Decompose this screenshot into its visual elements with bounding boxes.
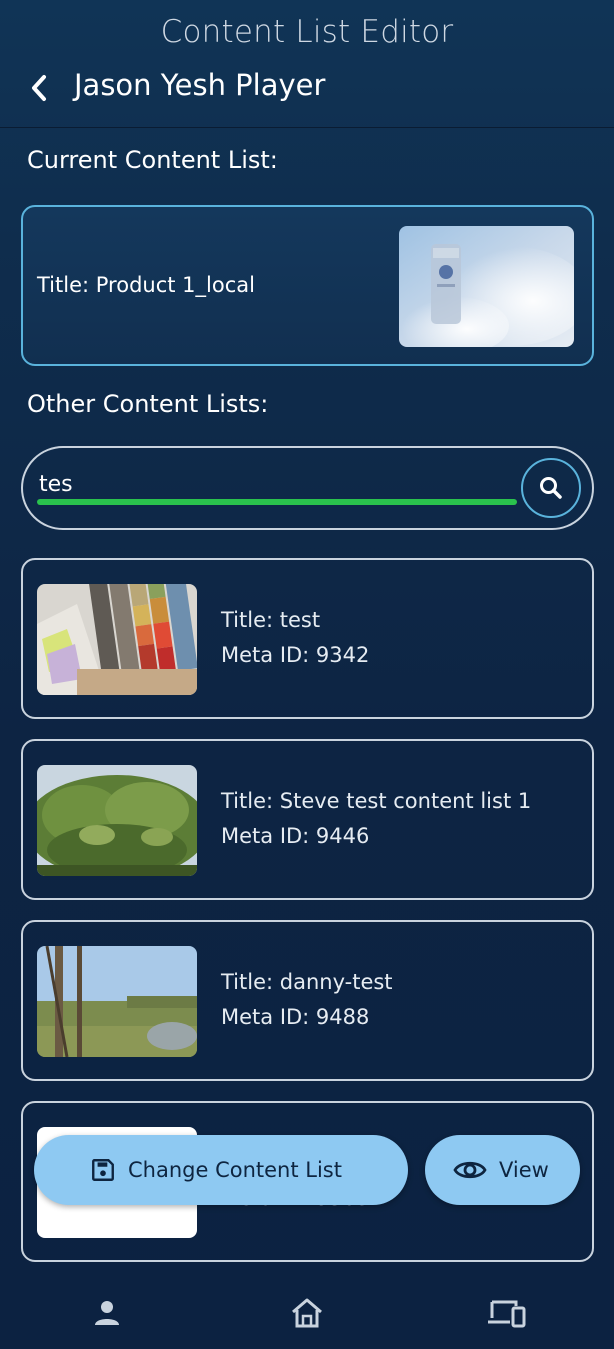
other-lists-label: Other Content Lists: [27, 390, 269, 418]
search-input[interactable] [39, 472, 509, 497]
list-item-title: Title: danny-test [221, 970, 393, 994]
list-item-meta-id: Meta ID: 9342 [221, 643, 370, 667]
player-name: Jason Yesh Player [74, 68, 326, 102]
list-item-meta-id: Meta ID: 9488 [221, 1005, 370, 1029]
devices-icon [488, 1300, 526, 1328]
current-content-thumbnail [399, 226, 574, 347]
list-item[interactable]: Title: test Meta ID: 9342 [21, 558, 594, 719]
nav-profile[interactable] [87, 1295, 127, 1331]
back-icon [32, 75, 46, 101]
person-icon [95, 1301, 119, 1325]
list-item-meta-id: Meta ID: 9446 [221, 824, 370, 848]
list-item[interactable]: Title: danny-test Meta ID: 9488 [21, 920, 594, 1081]
list-item[interactable]: Title: Steve test content list 1 Meta ID… [21, 739, 594, 900]
search-input-underline [37, 499, 517, 505]
bottom-nav [0, 1275, 614, 1349]
list-item-thumbnail [37, 765, 197, 876]
page-title: Content List Editor [160, 14, 454, 50]
app-header: Content List Editor Jason Yesh Player [0, 0, 614, 128]
search-icon [540, 477, 562, 499]
back-button[interactable] [22, 68, 56, 108]
home-icon [292, 1298, 322, 1328]
nav-devices[interactable] [486, 1295, 526, 1331]
nav-home[interactable] [287, 1295, 327, 1331]
search-box [21, 446, 594, 530]
current-list-label: Current Content List: [27, 146, 278, 174]
list-item-title: Title: test [221, 608, 321, 632]
view-button[interactable]: View [425, 1135, 580, 1205]
save-icon [92, 1159, 114, 1181]
list-item-thumbnail [37, 584, 197, 695]
change-content-list-button[interactable]: Change Content List [34, 1135, 408, 1205]
eye-icon [453, 1161, 487, 1179]
change-content-list-label: Change Content List [128, 1158, 342, 1182]
search-button[interactable] [521, 458, 581, 518]
list-item-title: Title: Steve test content list 1 [221, 789, 532, 813]
current-content-title: Title: Product 1_local [37, 273, 255, 297]
current-content-card[interactable]: Title: Product 1_local [21, 205, 594, 366]
list-item-thumbnail [37, 946, 197, 1057]
view-label: View [499, 1158, 549, 1182]
